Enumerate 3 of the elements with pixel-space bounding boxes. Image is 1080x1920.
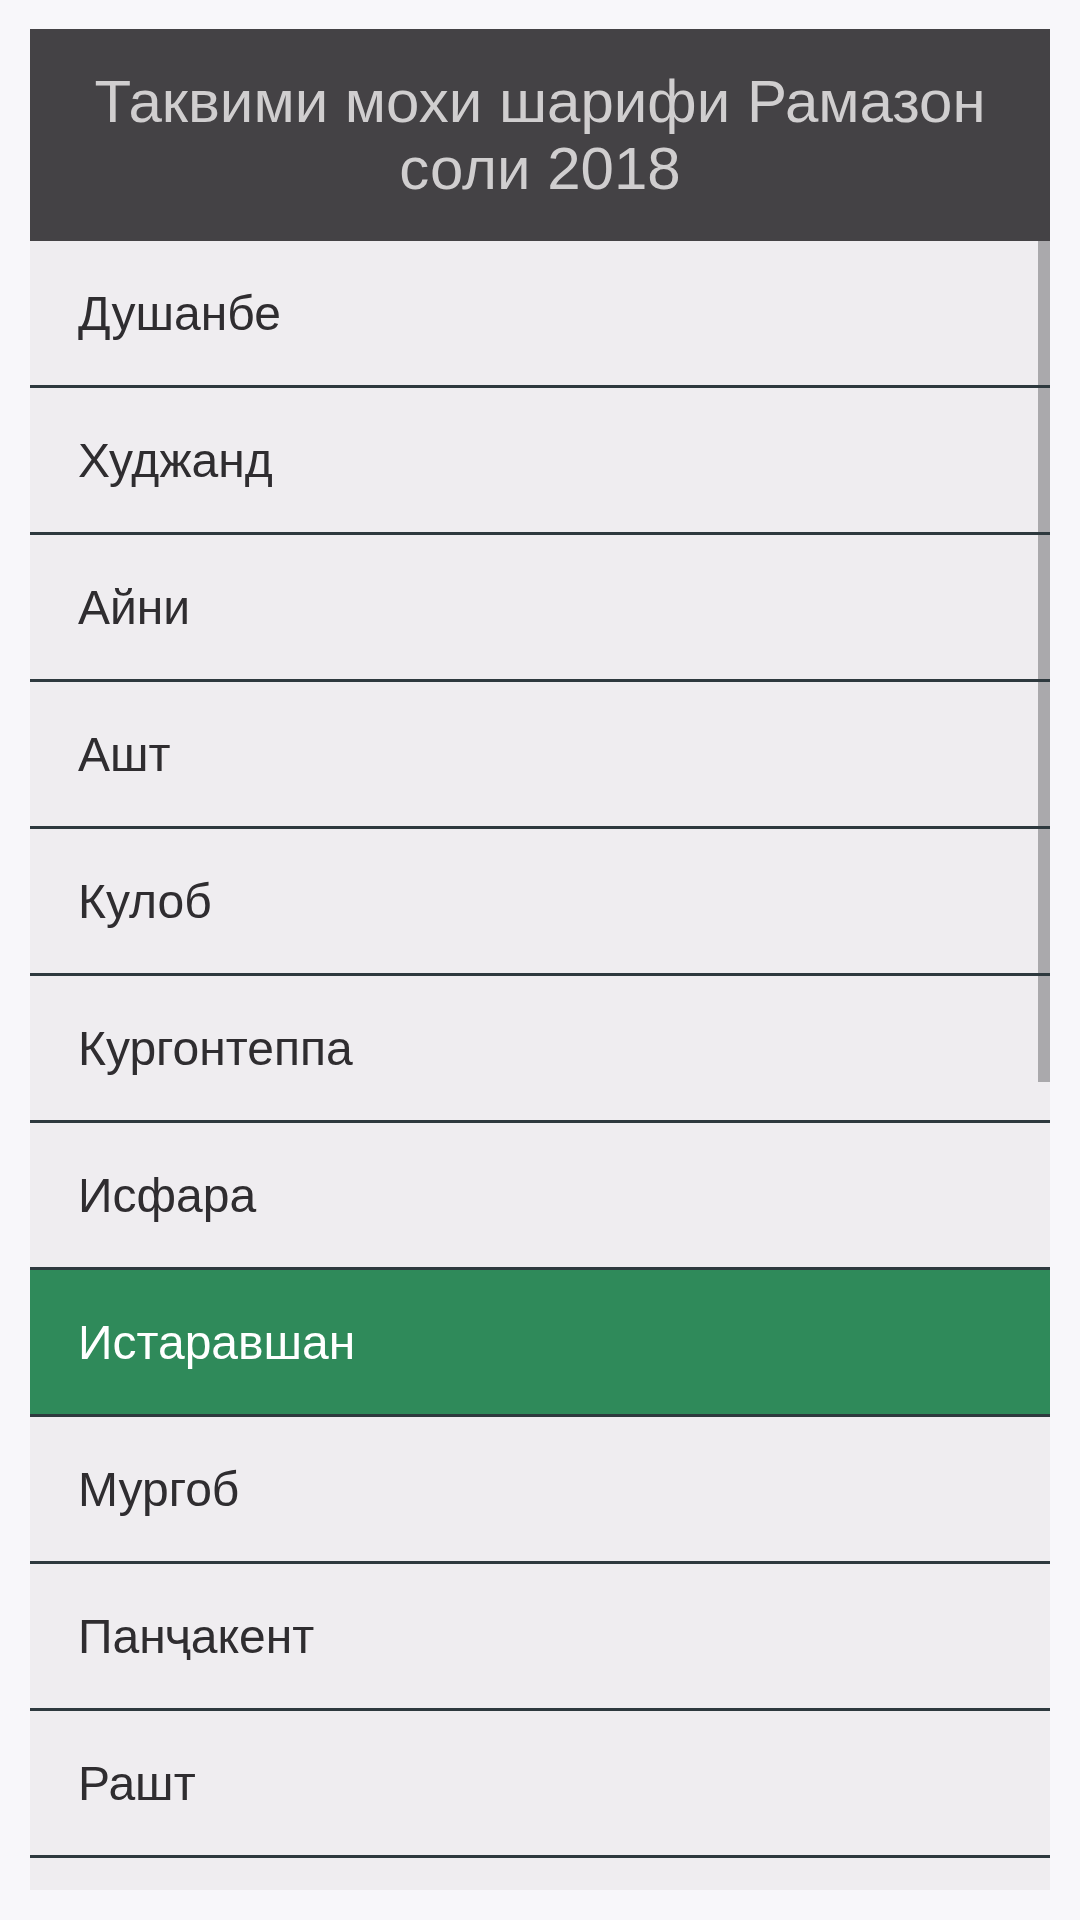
scrollbar-thumb[interactable]	[1038, 241, 1050, 1082]
city-list-item[interactable]: Истаравшан	[30, 1270, 1050, 1414]
header-title: Таквими мохи шарифи Рамазон соли 2018	[93, 68, 987, 202]
